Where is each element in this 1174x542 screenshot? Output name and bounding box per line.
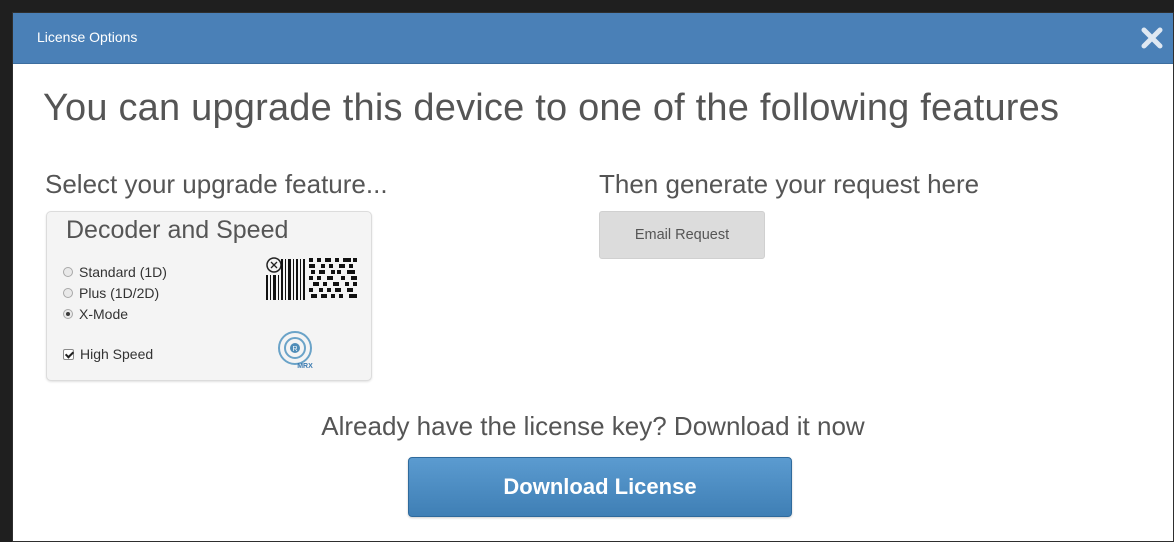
radio-button[interactable] [63, 288, 73, 298]
download-prompt: Already have the license key? Download i… [321, 411, 865, 441]
svg-text:R: R [292, 346, 297, 353]
backdrop [0, 0, 1174, 12]
radio-standard-1d[interactable]: Standard (1D) [63, 262, 167, 282]
close-icon [1141, 27, 1163, 49]
radio-label: X-Mode [79, 306, 129, 322]
radio-label: Standard (1D) [79, 264, 167, 280]
checkbox-label: High Speed [80, 346, 154, 362]
page-title: You can upgrade this device to one of th… [43, 87, 1060, 129]
dialog-titlebar: License Options [13, 13, 1173, 64]
radio-label: Plus (1D/2D) [79, 285, 160, 301]
dialog-title: License Options [37, 29, 138, 45]
decoder-speed-panel: Decoder and Speed Standard (1D) Plus (1D… [46, 211, 372, 381]
select-feature-label: Select your upgrade feature... [45, 169, 388, 199]
mrx-logo-icon: R MRX [278, 331, 313, 370]
email-request-button[interactable]: Email Request [599, 211, 765, 259]
download-license-button[interactable]: Download License [408, 457, 792, 517]
checkbox[interactable] [63, 348, 74, 360]
generate-request-label: Then generate your request here [599, 169, 980, 199]
panel-title: Decoder and Speed [66, 216, 289, 244]
radio-button[interactable] [63, 309, 73, 319]
backdrop-left [0, 0, 12, 542]
radio-x-mode[interactable]: X-Mode [63, 304, 128, 324]
close-button[interactable] [1137, 23, 1167, 53]
license-options-dialog: License Options You can upgrade this dev… [12, 12, 1174, 542]
barcode-icon [266, 257, 357, 300]
high-speed-checkbox[interactable]: High Speed [63, 344, 153, 364]
radio-plus-1d2d[interactable]: Plus (1D/2D) [63, 283, 159, 303]
svg-text:MRX: MRX [297, 363, 313, 370]
radio-button[interactable] [63, 267, 73, 277]
